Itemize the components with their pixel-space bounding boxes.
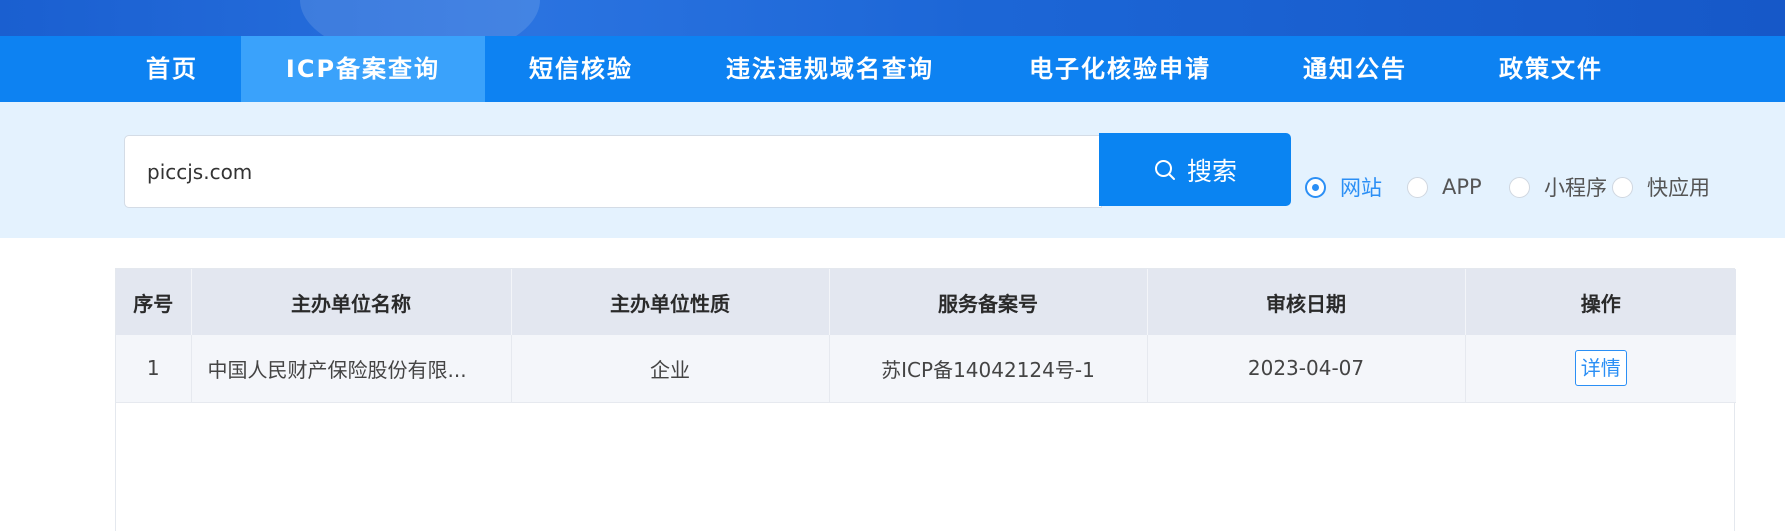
radio-mini-program-label: 小程序: [1544, 176, 1607, 200]
search-panel: 搜索 网站 APP 小程序 快应用: [0, 102, 1785, 238]
nav-item-icp-query[interactable]: ICP备案查询: [241, 36, 485, 102]
table-row: 1 中国人民财产保险股份有限... 企业 苏ICP备14042124号-1 20…: [116, 335, 1736, 403]
search-icon: [1154, 159, 1175, 180]
column-header-org-name: 主办单位名称: [191, 269, 512, 335]
main-nav: 首页 ICP备案查询 短信核验 违法违规域名查询 电子化核验申请 通知公告 政策…: [0, 36, 1785, 102]
cell-org-name: 中国人民财产保险股份有限...: [191, 335, 512, 403]
top-banner: [0, 0, 1785, 36]
radio-unchecked-icon: [1612, 176, 1633, 198]
cell-org-type: 企业: [511, 335, 830, 403]
radio-unchecked-icon: [1407, 176, 1428, 198]
cell-record-no: 苏ICP备14042124号-1: [829, 335, 1148, 403]
cell-action: 详情: [1465, 335, 1736, 403]
results-table-container: 序号 主办单位名称 主办单位性质 服务备案号 审核日期 操作 1 中国人民财产保…: [115, 268, 1736, 531]
radio-app-label: APP: [1442, 175, 1482, 199]
column-header-review-date: 审核日期: [1147, 269, 1466, 335]
nav-item-e-verify-apply[interactable]: 电子化核验申请: [1005, 36, 1235, 102]
column-header-record-no: 服务备案号: [829, 269, 1148, 335]
search-button-label: 搜索: [1186, 156, 1237, 186]
column-header-index: 序号: [116, 269, 192, 335]
results-table: 序号 主办单位名称 主办单位性质 服务备案号 审核日期 操作 1 中国人民财产保…: [116, 269, 1736, 403]
radio-checked-icon: [1305, 176, 1326, 198]
banner-decoration: [300, 0, 540, 36]
nav-item-sms-verify[interactable]: 短信核验: [505, 36, 657, 102]
radio-website[interactable]: 网站: [1305, 172, 1382, 202]
cell-index: 1: [116, 335, 192, 403]
column-header-action: 操作: [1465, 269, 1736, 335]
column-header-org-type: 主办单位性质: [511, 269, 830, 335]
radio-quick-app-label: 快应用: [1647, 176, 1710, 200]
nav-item-policies[interactable]: 政策文件: [1476, 36, 1626, 102]
search-box: [124, 135, 1102, 208]
radio-unchecked-icon: [1509, 176, 1530, 198]
nav-item-home[interactable]: 首页: [112, 36, 232, 102]
search-input[interactable]: [125, 136, 1101, 207]
nav-item-notices[interactable]: 通知公告: [1280, 36, 1430, 102]
search-button[interactable]: 搜索: [1099, 133, 1291, 206]
radio-quick-app[interactable]: 快应用: [1612, 172, 1710, 202]
radio-app[interactable]: APP: [1407, 172, 1482, 202]
radio-website-label: 网站: [1340, 176, 1382, 200]
radio-mini-program[interactable]: 小程序: [1509, 172, 1607, 202]
nav-item-illegal-domain[interactable]: 违法违规域名查询: [705, 36, 955, 102]
detail-button[interactable]: 详情: [1574, 350, 1627, 387]
table-header-row: 序号 主办单位名称 主办单位性质 服务备案号 审核日期 操作: [116, 269, 1736, 335]
cell-review-date: 2023-04-07: [1147, 335, 1466, 403]
